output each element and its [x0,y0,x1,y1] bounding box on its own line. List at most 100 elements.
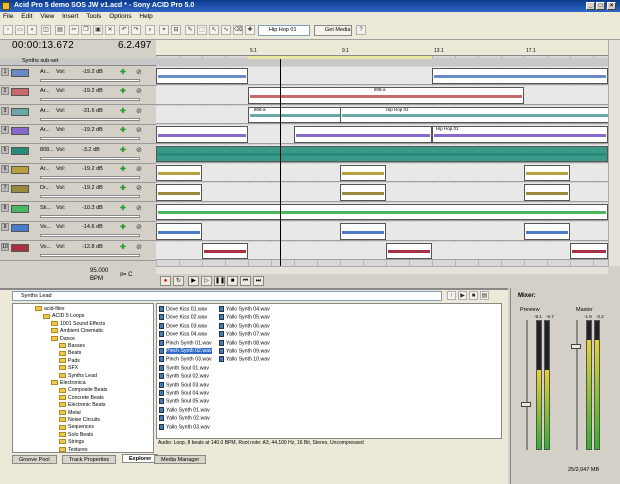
tab-media-manager[interactable]: Media Manager [154,455,207,464]
master-fader-knob[interactable] [571,344,581,349]
audio-clip[interactable] [294,126,432,143]
track-name[interactable]: Ar... [40,88,50,94]
file-item[interactable]: Yallo Synth 08.wav [219,339,270,346]
file-item[interactable]: Yallo Synth 10.wav [219,356,270,363]
menu-help[interactable]: Help [136,13,155,20]
mute-icon[interactable]: ⊘ [136,146,142,154]
pause-icon[interactable]: ❚❚ [214,276,225,286]
lock-icon[interactable]: ⊟ [171,25,181,35]
audio-clip[interactable] [156,126,248,143]
envelope-tool-icon[interactable]: ∿ [221,25,231,35]
track-name[interactable]: Sti... [40,205,51,211]
volume-slider[interactable] [40,176,140,179]
audio-clip[interactable] [570,242,608,259]
mute-icon[interactable]: ⊘ [136,165,142,173]
render-icon[interactable]: ◫ [41,25,51,35]
audio-clip[interactable] [248,87,524,104]
help-icon[interactable]: ? [356,25,366,35]
folder-tree[interactable]: acid-files ACID 5 Loops 1001 Sound Effects… [12,303,154,453]
menu-edit[interactable]: Edit [18,13,35,20]
audio-clip[interactable] [156,68,248,85]
track-header[interactable]: 10 Vo... Vol: -12.8 dB ✚ ⊘ [0,242,156,261]
open-icon[interactable]: ▭ [15,25,25,35]
copy-icon[interactable]: ❐ [81,25,91,35]
track-header[interactable]: 9 Vo... Vol: -14.6 dB ✚ ⊘ [0,222,156,242]
delete-icon[interactable]: ✕ [105,25,115,35]
audio-clip[interactable] [340,184,386,201]
audio-clip[interactable] [386,242,432,259]
mute-icon[interactable]: ⊘ [136,68,142,76]
tab-track-properties[interactable]: Track Properties [62,455,117,464]
tree-node[interactable]: Electronic Beats [59,402,105,408]
close-button[interactable]: × [607,2,616,10]
timeline-area[interactable]: 808-a Hip Hop 01 808-a Hip Hop 01 [156,56,608,266]
audio-clip[interactable] [432,68,608,85]
volume-slider[interactable] [40,156,140,160]
preview-fader-knob[interactable] [521,402,531,407]
volume-slider[interactable] [40,79,140,82]
file-item[interactable]: Yallo Synth 04.wav [219,306,270,312]
new-icon[interactable]: ▫ [3,25,13,35]
tree-node[interactable]: Ambient Cinematic [51,328,104,334]
track-fx-icon[interactable]: ✚ [120,126,126,134]
track-fx-icon[interactable]: ✚ [120,184,126,192]
volume-slider[interactable] [40,137,140,141]
tree-node[interactable]: Synths Lead [59,373,97,379]
maximize-button[interactable]: □ [596,2,605,10]
track-header[interactable]: 3 Ar... Vol: -31.6 dB ✚ ⊘ [0,106,156,125]
tree-node[interactable]: Composite Beats [59,387,108,393]
volume-slider[interactable] [40,195,140,199]
track-fx-icon[interactable]: ✚ [120,68,126,76]
edit-tool-icon[interactable]: ↖ [209,25,219,35]
file-item[interactable]: Synth Soul 03.wav [159,381,209,388]
file-item[interactable]: Yallo Synth 03.wav [159,423,210,430]
file-item[interactable]: Yallo Synth 09.wav [219,348,270,354]
file-item[interactable]: Pinch Synth 02.wav [159,348,212,355]
cut-icon[interactable]: ✂ [69,25,79,35]
mute-icon[interactable]: ⊘ [136,126,142,134]
media-selector[interactable]: Hip Hop 01 [258,25,310,36]
tree-node[interactable]: Sequences [59,424,94,430]
track-header[interactable]: 7 Dr... Vol: -19.2 dB ✚ ⊘ [0,183,156,203]
file-item[interactable]: Synth Soul 02.wav [159,373,209,380]
track-fx-icon[interactable]: ✚ [120,223,126,231]
track-fx-icon[interactable]: ✚ [120,107,126,115]
file-item[interactable]: Synth Soul 05.wav [159,398,209,405]
file-item[interactable]: Dove Kiss 01.wav [159,306,207,312]
tree-node[interactable]: Solo Beats [59,432,93,438]
file-item[interactable]: Yallo Synth 02.wav [159,415,210,422]
track-name[interactable]: Ar... [40,166,50,172]
file-item[interactable]: Yallo Synth 07.wav [219,331,270,338]
paint-tool-icon[interactable]: ✚ [245,25,255,35]
track-name[interactable]: 808... [40,147,54,153]
menu-options[interactable]: Options [106,13,134,20]
go-end-icon[interactable]: ⏭ [253,276,264,286]
undo-icon[interactable]: ↶ [119,25,129,35]
file-item[interactable]: Pinch Synth 03.wav [159,356,212,363]
volume-slider[interactable] [40,234,140,238]
track-header[interactable]: 8 Sti... Vol: -10.3 dB ✚ ⊘ [0,203,156,222]
stop-preview-icon[interactable]: ■ [469,291,478,300]
go-start-icon[interactable]: ⏮ [240,276,251,286]
menu-insert[interactable]: Insert [59,13,81,20]
properties-icon[interactable]: ▤ [55,25,65,35]
file-item[interactable]: Yallo Synth 05.wav [219,314,270,321]
file-item[interactable]: Dove Kiss 02.wav [159,314,207,321]
time-ruler[interactable]: 5.1 9.1 13.1 17.1 [156,40,608,56]
track-name[interactable]: Ar... [40,127,50,133]
redo-icon[interactable]: ↷ [131,25,141,35]
tree-node[interactable]: SFX [59,365,78,371]
tree-node[interactable]: Dance [51,336,75,342]
track-header[interactable]: 6 Ar... Vol: -19.2 dB ✚ ⊘ [0,164,156,183]
mute-icon[interactable]: ⊘ [136,184,142,192]
play-preview-icon[interactable]: ▶ [458,291,467,300]
audio-clip[interactable] [202,242,248,259]
track-header[interactable]: 2 Ar... Vol: -19.2 dB ✚ ⊘ [0,86,156,106]
file-item[interactable]: Dove Kiss 04.wav [159,331,207,338]
mute-icon[interactable]: ⊘ [136,87,142,95]
tree-node[interactable]: Pads [59,358,80,364]
track-name[interactable]: Ar... [40,108,50,114]
tree-node[interactable]: 1001 Sound Effects [51,321,105,327]
tree-node[interactable]: Textures [59,447,88,452]
vertical-scrollbar[interactable] [608,40,620,266]
